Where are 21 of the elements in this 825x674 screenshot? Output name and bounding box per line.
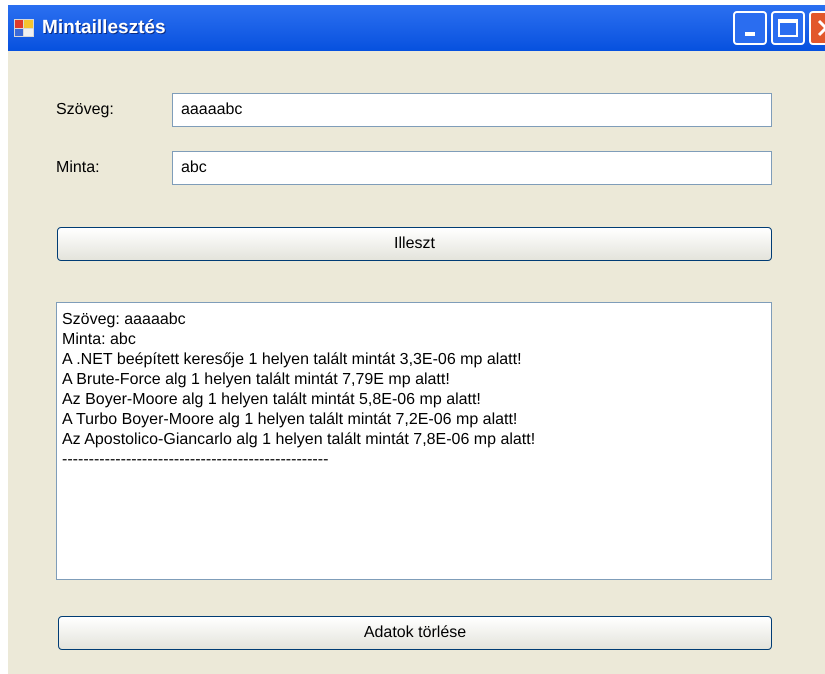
minimize-button[interactable] — [733, 11, 767, 45]
output-line: A .NET beépített keresője 1 helyen talált mintát 3,3E-06 mp alatt! — [62, 350, 522, 370]
output-line: Szöveg: aaaaabc — [62, 310, 186, 330]
field-label: Minta: — [56, 158, 101, 178]
text-field[interactable]: abc — [172, 151, 772, 185]
maximize-button[interactable] — [771, 11, 805, 45]
output-line: Minta: abc — [62, 330, 136, 350]
window-title: Mintaillesztés — [42, 16, 166, 40]
minimize-icon — [745, 32, 755, 36]
app-icon — [14, 19, 34, 37]
output-line: A Brute-Force alg 1 helyen talált mintát 7,79E mp alatt! — [62, 370, 450, 390]
output-line: A Turbo Boyer-Moore alg 1 helyen talált mintát 7,2E-06 mp alatt! — [62, 410, 518, 430]
output-line: -------------------------------------------------- — [62, 450, 328, 470]
field-label: Szöveg: — [56, 100, 115, 120]
output-textarea[interactable] — [56, 302, 772, 580]
output-line: Az Boyer-Moore alg 1 helyen talált mintát 5,8E-06 mp alatt! — [62, 390, 481, 410]
clear-button[interactable]: Adatok törlése — [58, 616, 772, 650]
maximize-icon — [778, 19, 798, 37]
text-field[interactable]: aaaaabc — [172, 93, 772, 127]
match-button[interactable]: Illeszt — [57, 227, 772, 261]
output-line: Az Apostolico-Giancarlo alg 1 helyen talált mintát 7,8E-06 mp alatt! — [62, 430, 536, 450]
